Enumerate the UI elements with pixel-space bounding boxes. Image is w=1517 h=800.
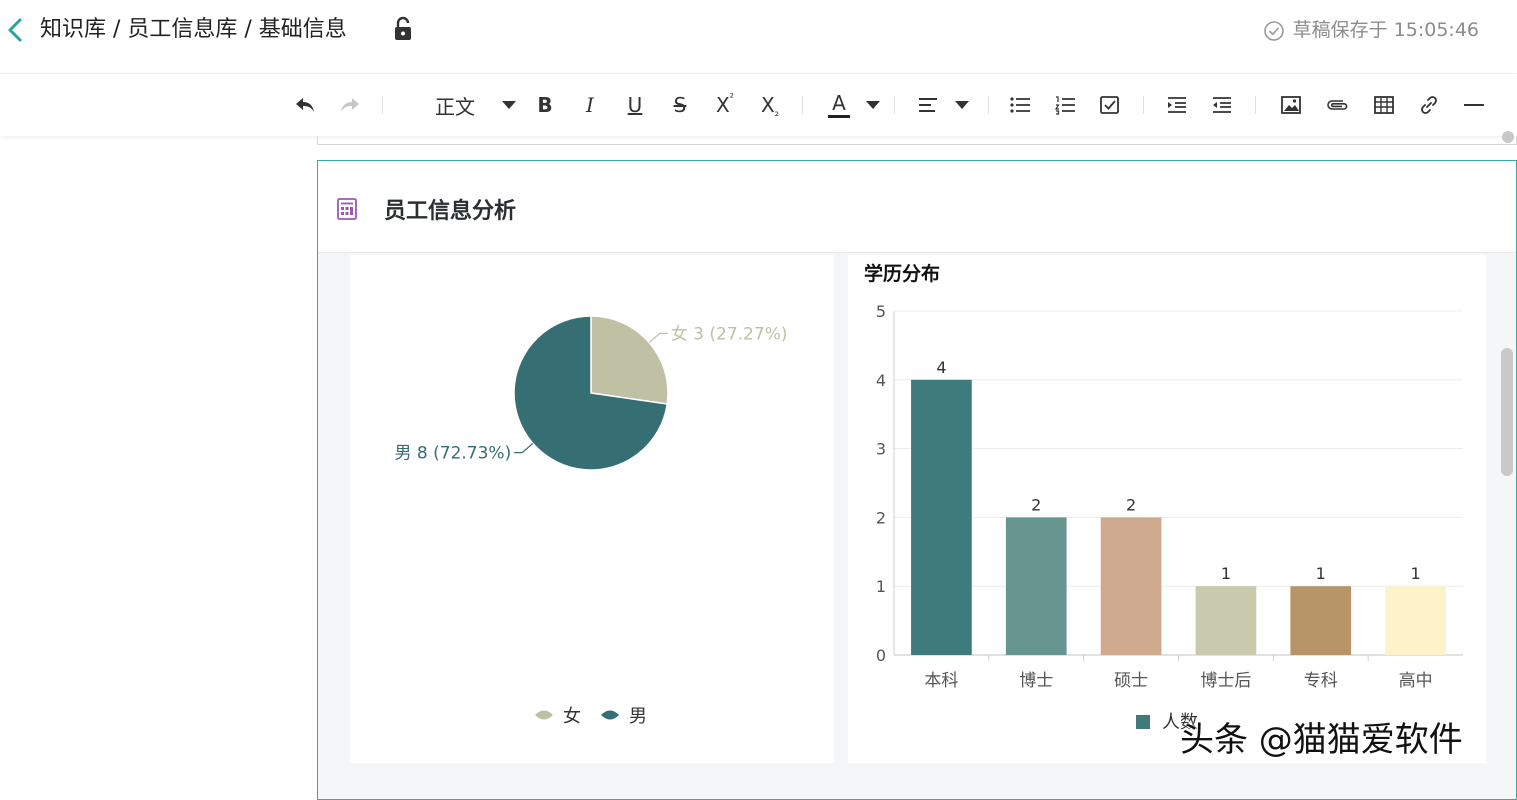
check-circle-icon	[1263, 20, 1285, 42]
bar-legend-marker[interactable]	[1136, 715, 1150, 729]
y-tick-label-5: 5	[876, 302, 886, 321]
y-tick-label-2: 2	[876, 508, 886, 527]
redo-icon[interactable]	[337, 88, 363, 122]
x-tick-label-4: 专科	[1304, 671, 1338, 691]
bar-chart-title: 学历分布	[864, 263, 941, 285]
toolbar-divider	[1255, 96, 1256, 114]
subscript-letter: X	[760, 93, 775, 117]
font-color-button[interactable]: A	[825, 88, 853, 122]
toolbar-divider	[382, 96, 383, 114]
breadcrumb[interactable]: 知识库 / 员工信息库 / 基础信息	[40, 14, 347, 46]
bar-data-label-4: 1	[1316, 564, 1326, 583]
bar-0[interactable]	[911, 379, 972, 655]
analysis-card: 员工信息分析 女 3 (27.27%) 男 8 (72.73%) 女 男 学历分布 0…	[317, 160, 1517, 800]
y-tick-label-4: 4	[876, 371, 886, 390]
toolbar-divider	[894, 96, 895, 114]
table-icon[interactable]	[1371, 88, 1397, 122]
font-color-letter: A	[832, 90, 846, 115]
align-left-icon[interactable]	[915, 88, 941, 122]
undo-icon[interactable]	[292, 88, 318, 122]
numbered-list-icon[interactable]	[1052, 88, 1078, 122]
pie-slice-0[interactable]	[590, 315, 669, 405]
bar-5[interactable]	[1385, 586, 1446, 655]
attachment-icon[interactable]	[1324, 88, 1350, 122]
pie-data-label-0: 女 3 (27.27%)	[671, 324, 788, 344]
x-tick-label-2: 硕士	[1114, 671, 1148, 691]
caret-down-icon[interactable]	[951, 88, 973, 122]
horizontal-rule-icon[interactable]	[1461, 88, 1487, 122]
education-bar-panel: 学历分布 0 1 2 3 4 5 4 本科 2 博士 2 硕士 1 博士后 1 专科 1 高中 人数	[848, 255, 1486, 763]
editor-previous-block	[317, 136, 1517, 145]
bar-4[interactable]	[1290, 586, 1352, 655]
top-bar: 知识库 / 员工信息库 / 基础信息 草稿保存于 15:05:46	[0, 0, 1517, 74]
indent-increase-icon[interactable]	[1164, 88, 1190, 122]
watermark-text: 头条 @猫猫爱软件	[1180, 720, 1463, 760]
caret-down-icon[interactable]	[862, 88, 884, 122]
subscript-button[interactable]: X₂	[756, 88, 784, 122]
gender-pie-chart: 女 3 (27.27%) 男 8 (72.73%) 女 男	[395, 315, 788, 727]
card-title: 员工信息分析	[384, 199, 517, 224]
bar-data-label-0: 4	[936, 358, 946, 377]
paragraph-style-label: 正文	[435, 94, 475, 119]
x-tick-label-1: 博士	[1019, 671, 1053, 691]
gender-pie-panel: 女 3 (27.27%) 男 8 (72.73%) 女 男	[350, 255, 834, 763]
bar-data-label-5: 1	[1410, 564, 1420, 583]
bar-data-label-3: 1	[1221, 564, 1231, 583]
x-tick-label-5: 高中	[1399, 671, 1433, 691]
card-header: 员工信息分析	[318, 161, 1516, 253]
pie-legend-label-0[interactable]: 女	[563, 706, 581, 727]
y-tick-label-3: 3	[876, 440, 886, 459]
editor-toolbar: 正文 B I U S X² X₂ A	[0, 74, 1517, 136]
back-arrow-icon[interactable]	[4, 16, 28, 44]
vertical-scrollbar-thumb[interactable]	[1501, 348, 1513, 476]
toolbar-divider	[802, 96, 803, 114]
bar-1[interactable]	[1005, 517, 1067, 655]
strikethrough-button[interactable]: S	[667, 88, 693, 122]
pie-legend-marker-0[interactable]	[535, 710, 553, 720]
link-icon[interactable]	[1416, 88, 1442, 122]
save-status: 草稿保存于 15:05:46	[1263, 16, 1479, 44]
toolbar-divider	[988, 96, 989, 114]
bold-button[interactable]: B	[532, 88, 558, 122]
paragraph-style-select[interactable]: 正文	[428, 88, 482, 122]
superscript-button[interactable]: X²	[711, 88, 739, 122]
pie-label-line-0	[648, 332, 668, 344]
calculator-icon	[336, 197, 358, 221]
font-color-swatch	[828, 114, 850, 118]
subscript-mark: ₂	[774, 106, 780, 119]
save-status-text: 草稿保存于 15:05:46	[1292, 19, 1479, 41]
image-icon[interactable]	[1278, 88, 1304, 122]
pie-legend-marker-1[interactable]	[601, 710, 619, 720]
pie-legend-label-1[interactable]: 男	[629, 706, 647, 727]
italic-button[interactable]: I	[577, 88, 603, 122]
checklist-icon[interactable]	[1097, 88, 1123, 122]
x-tick-label-3: 博士后	[1200, 671, 1251, 691]
indent-decrease-icon[interactable]	[1209, 88, 1235, 122]
toolbar-divider	[1143, 96, 1144, 114]
x-tick-label-0: 本科	[924, 671, 958, 691]
pie-label-line-1	[514, 442, 534, 454]
bar-2[interactable]	[1100, 517, 1162, 655]
bar-data-label-2: 2	[1126, 495, 1136, 514]
underline-button[interactable]: U	[622, 88, 648, 122]
superscript-letter: X	[715, 93, 730, 117]
bullet-list-icon[interactable]	[1007, 88, 1033, 122]
education-bar-chart: 0123454本科2博士2硕士1博士后1专科1高中人数	[876, 302, 1463, 733]
unlock-icon[interactable]	[390, 14, 418, 44]
pie-data-label-1: 男 8 (72.73%)	[395, 444, 512, 464]
y-tick-label-1: 1	[876, 577, 886, 596]
scrollbar-knob[interactable]	[1502, 131, 1514, 143]
bar-3[interactable]	[1195, 586, 1257, 655]
bar-data-label-1: 2	[1031, 495, 1041, 514]
y-tick-label-0: 0	[876, 646, 886, 665]
caret-down-icon[interactable]	[498, 88, 520, 122]
superscript-mark: ²	[729, 91, 735, 104]
